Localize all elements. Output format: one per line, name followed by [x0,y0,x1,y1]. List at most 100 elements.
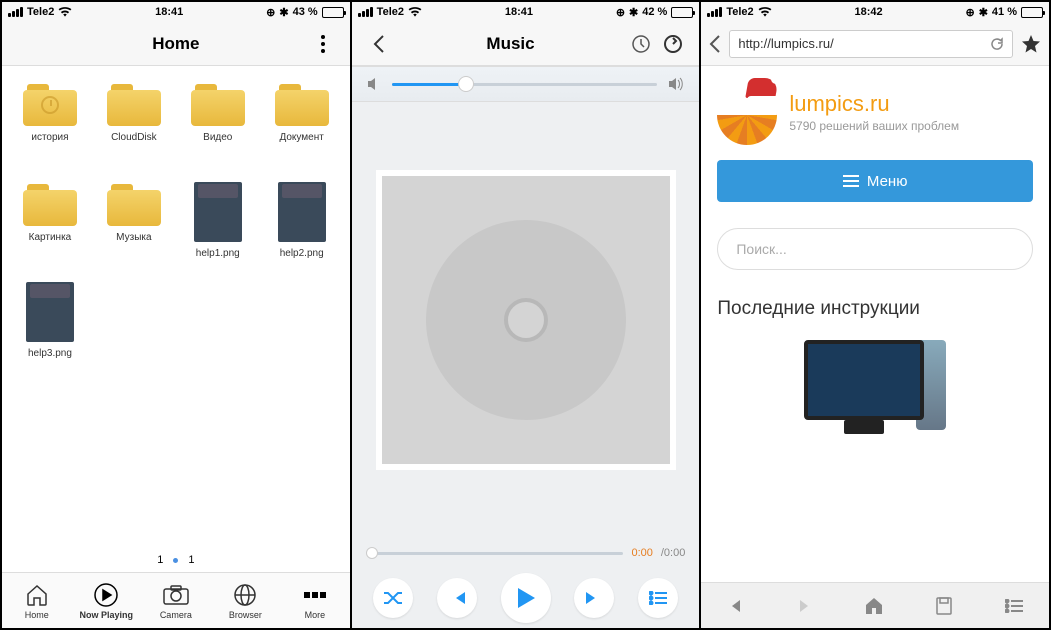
tab-more[interactable]: More [280,573,350,628]
battery-icon [671,7,693,18]
previous-icon [448,591,466,605]
tab-home[interactable]: Home [2,573,72,628]
list-icon [649,591,667,605]
cd-icon [426,220,626,420]
site-name: lumpics.ru [789,91,959,117]
nav-bar: Home [2,22,350,66]
tab-now-playing[interactable]: Now Playing [72,573,142,628]
url-bar: http://lumpics.ru/ [701,22,1049,66]
page-indicator: 1 1 [2,548,350,572]
page-title: Music [394,34,628,54]
kebab-icon [321,35,325,53]
folder-icon [23,82,77,126]
carrier-label: Tele2 [27,6,54,18]
folder-history[interactable]: история [8,78,92,178]
url-input[interactable]: http://lumpics.ru/ [729,30,1013,58]
nav-bar: Music [352,22,700,66]
bookmark-star-icon[interactable] [1021,34,1041,54]
reload-icon[interactable] [990,37,1004,51]
player-controls [352,568,700,628]
wifi-icon [58,7,72,17]
folder-icon [23,182,77,226]
alarm-icon: ⊕ [266,6,275,19]
previous-button[interactable] [437,578,477,618]
file-help1[interactable]: help1.png [176,178,260,278]
folder-document[interactable]: Документ [260,78,344,178]
history-icon[interactable] [631,34,651,54]
file-grid: история CloudDisk Видео Документ Картинк… [2,66,350,548]
hamburger-icon [843,175,859,187]
alarm-icon: ⊕ [616,6,625,19]
page-title: Home [44,34,308,54]
refresh-icon[interactable] [663,34,683,54]
search-input[interactable]: Поиск... [717,228,1033,270]
status-bar: Tele2 18:41 ⊕ ✱ 42 % [352,2,700,22]
site-header: lumpics.ru 5790 решений ваших проблем [717,82,1033,142]
next-button[interactable] [574,578,614,618]
back-button[interactable] [709,34,721,54]
chevron-left-icon [373,34,385,54]
status-bar: Tele2 18:42 ⊕ ✱ 41 % [701,2,1049,22]
bluetooth-icon: ✱ [979,6,988,19]
battery-icon [1021,7,1043,18]
folder-music[interactable]: Музыка [92,178,176,278]
image-thumbnail-icon [278,182,326,242]
play-circle-icon [93,582,119,608]
tab-browser[interactable]: Browser [211,573,281,628]
nav-home-button[interactable] [864,597,884,615]
tab-bar: Home Now Playing Camera Browser More [2,572,350,628]
seek-slider[interactable]: 0:00/0:00 [352,538,700,568]
shuffle-icon [383,590,403,606]
nav-back-button[interactable] [728,598,744,614]
signal-icon [8,7,23,17]
folder-icon [107,82,161,126]
clock-label: 18:42 [855,6,883,18]
status-bar: Tele2 18:41 ⊕ ✱ 43 % [2,2,350,22]
seek-track[interactable] [366,552,624,555]
wifi-icon [758,7,772,17]
volume-track[interactable] [392,83,658,86]
alarm-icon: ⊕ [965,6,974,19]
next-icon [585,591,603,605]
file-help3[interactable]: help3.png [8,278,92,378]
site-tagline: 5790 решений ваших проблем [789,119,959,133]
folder-icon [275,82,329,126]
wifi-icon [408,7,422,17]
tabs-button[interactable] [1005,599,1023,613]
monitor-icon [804,340,924,420]
nav-forward-button[interactable] [796,598,812,614]
album-art-area [352,102,700,538]
bluetooth-icon: ✱ [279,6,288,19]
search-placeholder: Поиск... [736,241,786,257]
page-dot-icon [173,558,178,563]
volume-slider[interactable] [352,66,700,102]
time-total: /0:00 [661,547,685,559]
play-button[interactable] [501,573,551,623]
battery-pct: 42 % [642,6,667,18]
menu-button[interactable] [308,35,338,53]
tab-camera[interactable]: Camera [141,573,211,628]
save-button[interactable] [936,597,952,615]
folder-video[interactable]: Видео [176,78,260,178]
playlist-button[interactable] [638,578,678,618]
carrier-label: Tele2 [726,6,753,18]
menu-button[interactable]: Меню [717,160,1033,202]
section-heading: Последние инструкции [717,298,1033,320]
site-logo-icon [717,82,777,142]
folder-picture[interactable]: Картинка [8,178,92,278]
browser-toolbar [701,582,1049,628]
battery-pct: 43 % [293,6,318,18]
bluetooth-icon: ✱ [629,6,638,19]
shuffle-button[interactable] [373,578,413,618]
battery-icon [322,7,344,18]
folder-icon [191,82,245,126]
image-thumbnail-icon [194,182,242,242]
home-icon [24,582,50,608]
article-image[interactable] [717,340,1033,430]
folder-clouddisk[interactable]: CloudDisk [92,78,176,178]
album-art-placeholder [382,176,670,464]
file-help2[interactable]: help2.png [260,178,344,278]
volume-high-icon [667,76,685,92]
back-button[interactable] [364,34,394,54]
clock-label: 18:41 [505,6,533,18]
